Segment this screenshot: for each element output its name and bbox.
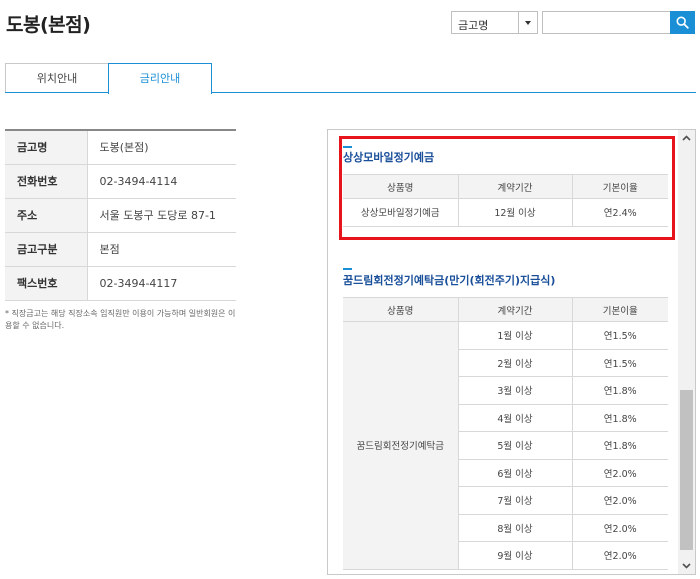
search-button[interactable]: [670, 11, 695, 34]
info-label: 주소: [5, 198, 87, 233]
rate-panel: 상상모바일정기예금 상품명 계약기간 기본이율 상상모바일정기예금 12월 이상 연2.4%…: [327, 129, 696, 575]
info-value: 02-3494-4117: [86, 266, 236, 301]
rate-table-header: 계약기간: [457, 297, 573, 322]
info-label: 금고명: [5, 130, 87, 165]
highlight-box: [339, 136, 675, 240]
scrollbar[interactable]: [678, 130, 695, 574]
rate-table-header: 기본이율: [571, 297, 668, 322]
rate-table: 상품명 계약기간 기본이율 꿈드림회전정기예탁금 1월 이상 연1.5% 2월 이상 연1.5…: [343, 297, 668, 570]
search-input[interactable]: [542, 11, 671, 34]
info-row: 금고구분 본점: [5, 232, 236, 267]
info-row: 팩스번호 02-3494-4117: [5, 266, 236, 301]
info-value: 본점: [86, 232, 236, 267]
tab-location[interactable]: 위치안내: [5, 63, 109, 93]
rate-table-header: 상품명: [343, 297, 459, 322]
info-value: 도봉(본점): [86, 130, 236, 165]
scroll-thumb[interactable]: [680, 390, 693, 550]
dropdown-toggle[interactable]: [518, 12, 538, 33]
info-value: 02-3494-4114: [86, 164, 236, 199]
search-icon: [676, 16, 689, 29]
section-title-bar: [343, 268, 352, 270]
base-rate: 연1.8%: [571, 431, 668, 460]
info-label: 전화번호: [5, 164, 87, 199]
base-rate: 연1.8%: [571, 403, 668, 432]
rate-row: 꿈드림회전정기예탁금 1월 이상 연1.5%: [343, 321, 668, 570]
page-title: 도봉(본점): [6, 14, 91, 36]
info-label: 금고구분: [5, 232, 87, 267]
contract-period: 5월 이상: [458, 431, 573, 460]
contract-period: 3월 이상: [458, 376, 573, 405]
search-category-select[interactable]: 금고명: [451, 11, 538, 34]
contract-period: 6월 이상: [458, 458, 573, 487]
base-rate: 연2.0%: [571, 541, 668, 570]
contract-period: 8월 이상: [458, 513, 573, 542]
tab-interest-rate[interactable]: 금리안내: [108, 63, 212, 94]
search-category-value: 금고명: [458, 19, 489, 32]
info-row: 전화번호 02-3494-4114: [5, 164, 236, 199]
scroll-up-button[interactable]: [678, 130, 695, 147]
caret-down-icon: [525, 21, 531, 25]
info-label: 팩스번호: [5, 266, 87, 301]
contract-period: 2월 이상: [458, 348, 573, 377]
base-rate: 연2.0%: [571, 486, 668, 515]
scroll-down-button[interactable]: [678, 557, 695, 574]
info-row: 주소 서울 도봉구 도당로 87-1: [5, 198, 236, 233]
base-rate: 연2.0%: [571, 513, 668, 542]
base-rate: 연1.5%: [571, 321, 668, 350]
base-rate: 연1.8%: [571, 376, 668, 405]
product-name: 꿈드림회전정기예탁금: [343, 321, 459, 570]
chevron-down-icon: [682, 563, 691, 569]
chevron-up-icon: [682, 135, 691, 141]
contract-period: 1월 이상: [457, 321, 573, 350]
branch-info-table: 금고명 도봉(본점) 전화번호 02-3494-4114 주소 서울 도봉구 도당로 87…: [5, 129, 236, 301]
info-value: 서울 도봉구 도당로 87-1: [86, 198, 236, 233]
contract-period: 7월 이상: [458, 486, 573, 515]
rate-section-title: 꿈드림회전정기예탁금(만기(회전주기)지급식): [343, 274, 556, 287]
contract-period: 4월 이상: [458, 403, 573, 432]
info-row: 금고명 도봉(본점): [5, 130, 236, 165]
base-rate: 연2.0%: [571, 458, 668, 487]
contract-period: 9월 이상: [458, 541, 573, 570]
info-note: * 직장금고는 해당 직장소속 임직원만 이용이 가능하며 일반회원은 이용할 …: [5, 309, 236, 330]
base-rate: 연1.5%: [571, 348, 668, 377]
